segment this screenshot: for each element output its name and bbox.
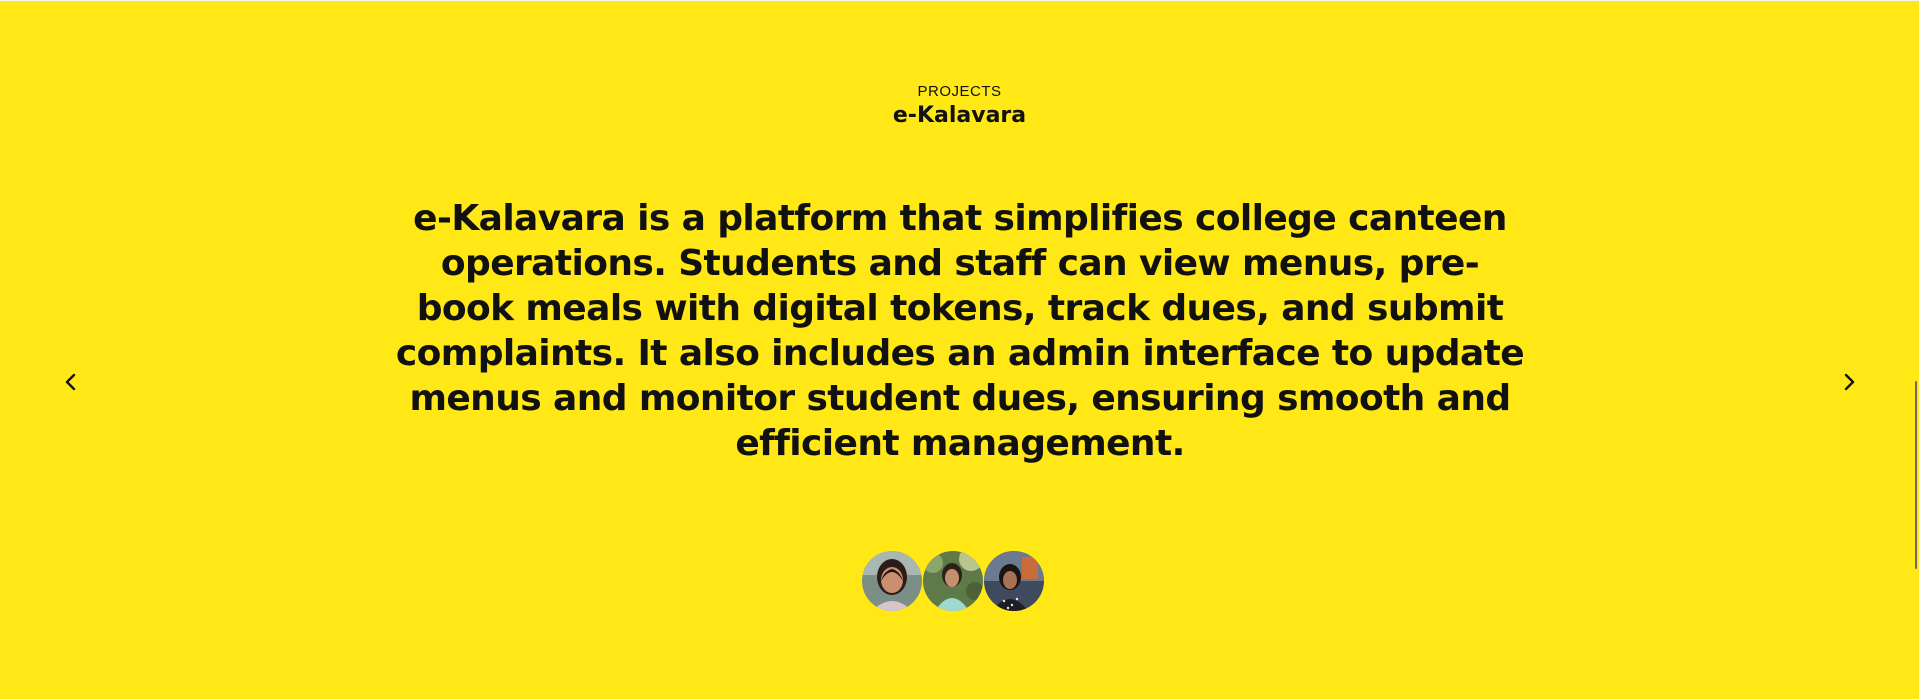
project-description: e-Kalavara is a platform that simplifies… (395, 198, 1525, 464)
chevron-left-icon (65, 373, 76, 391)
projects-section: PROJECTS e-Kalavara e-Kalavara is a plat… (0, 0, 1919, 699)
chevron-right-icon (1844, 373, 1855, 391)
avatar[interactable] (984, 551, 1044, 611)
next-project-button[interactable] (1832, 365, 1866, 399)
team-avatars (862, 551, 1045, 613)
scrollbar-thumb[interactable] (1915, 381, 1917, 569)
previous-project-button[interactable] (54, 365, 88, 399)
avatar[interactable] (862, 551, 922, 611)
project-title: e-Kalavara (892, 103, 1027, 128)
avatar[interactable] (923, 551, 983, 611)
section-eyebrow: PROJECTS (917, 83, 1002, 100)
